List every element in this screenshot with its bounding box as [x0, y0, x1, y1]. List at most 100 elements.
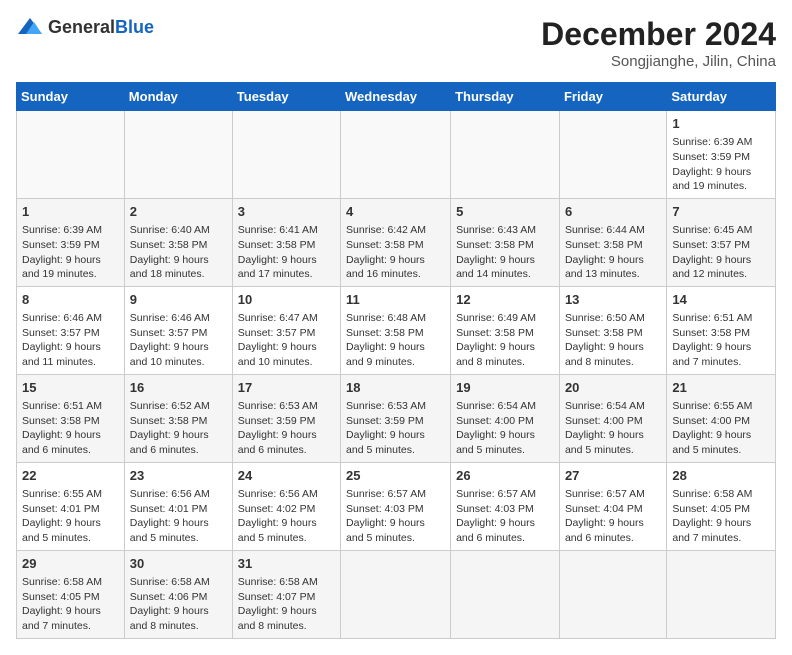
- sunset-label: Sunset: 4:05 PM: [672, 503, 750, 515]
- day-number: 5: [456, 203, 554, 221]
- calendar-week-6: 29Sunrise: 6:58 AMSunset: 4:05 PMDayligh…: [17, 550, 776, 638]
- sunrise-label: Sunrise: 6:43 AM: [456, 224, 536, 236]
- sunrise-label: Sunrise: 6:55 AM: [672, 400, 752, 412]
- calendar-cell: 21Sunrise: 6:55 AMSunset: 4:00 PMDayligh…: [667, 374, 776, 462]
- daylight-label: Daylight: 9 hours and 5 minutes.: [346, 517, 425, 544]
- sunset-label: Sunset: 4:01 PM: [130, 503, 208, 515]
- calendar-cell: [559, 111, 666, 199]
- sunset-label: Sunset: 3:57 PM: [130, 327, 208, 339]
- calendar-cell: 27Sunrise: 6:57 AMSunset: 4:04 PMDayligh…: [559, 462, 666, 550]
- sunset-label: Sunset: 3:57 PM: [672, 239, 750, 251]
- sunset-label: Sunset: 3:58 PM: [22, 415, 100, 427]
- calendar-cell: 23Sunrise: 6:56 AMSunset: 4:01 PMDayligh…: [124, 462, 232, 550]
- calendar-cell: 2Sunrise: 6:40 AMSunset: 3:58 PMDaylight…: [124, 198, 232, 286]
- sunrise-label: Sunrise: 6:58 AM: [672, 488, 752, 500]
- day-number: 26: [456, 467, 554, 485]
- daylight-label: Daylight: 9 hours and 10 minutes.: [130, 341, 209, 368]
- calendar-cell: 13Sunrise: 6:50 AMSunset: 3:58 PMDayligh…: [559, 286, 666, 374]
- daylight-label: Daylight: 9 hours and 5 minutes.: [456, 429, 535, 456]
- calendar-cell: [667, 550, 776, 638]
- calendar-cell: 17Sunrise: 6:53 AMSunset: 3:59 PMDayligh…: [232, 374, 340, 462]
- calendar-header-thursday: Thursday: [451, 83, 560, 111]
- sunrise-label: Sunrise: 6:53 AM: [346, 400, 426, 412]
- daylight-label: Daylight: 9 hours and 5 minutes.: [130, 517, 209, 544]
- calendar-cell: 14Sunrise: 6:51 AMSunset: 3:58 PMDayligh…: [667, 286, 776, 374]
- calendar-cell: 1Sunrise: 6:39 AMSunset: 3:59 PMDaylight…: [17, 198, 125, 286]
- calendar-cell: [17, 111, 125, 199]
- calendar-cell: 9Sunrise: 6:46 AMSunset: 3:57 PMDaylight…: [124, 286, 232, 374]
- sunset-label: Sunset: 4:06 PM: [130, 591, 208, 603]
- sunrise-label: Sunrise: 6:44 AM: [565, 224, 645, 236]
- sunset-label: Sunset: 4:07 PM: [238, 591, 316, 603]
- sunset-label: Sunset: 3:59 PM: [346, 415, 424, 427]
- calendar-header-monday: Monday: [124, 83, 232, 111]
- page-header: GeneralBlue December 2024 Songjianghe, J…: [16, 16, 776, 70]
- day-number: 3: [238, 203, 335, 221]
- sunset-label: Sunset: 4:01 PM: [22, 503, 100, 515]
- sunrise-label: Sunrise: 6:46 AM: [130, 312, 210, 324]
- calendar-cell: 16Sunrise: 6:52 AMSunset: 3:58 PMDayligh…: [124, 374, 232, 462]
- daylight-label: Daylight: 9 hours and 13 minutes.: [565, 254, 644, 281]
- title-block: December 2024 Songjianghe, Jilin, China: [541, 16, 776, 70]
- daylight-label: Daylight: 9 hours and 6 minutes.: [238, 429, 317, 456]
- daylight-label: Daylight: 9 hours and 5 minutes.: [22, 517, 101, 544]
- day-number: 23: [130, 467, 227, 485]
- logo-blue: Blue: [115, 17, 154, 37]
- logo: GeneralBlue: [16, 16, 154, 38]
- month-title: December 2024: [541, 16, 776, 53]
- sunset-label: Sunset: 3:58 PM: [130, 239, 208, 251]
- sunrise-label: Sunrise: 6:39 AM: [672, 136, 752, 148]
- day-number: 24: [238, 467, 335, 485]
- daylight-label: Daylight: 9 hours and 17 minutes.: [238, 254, 317, 281]
- day-number: 11: [346, 291, 445, 309]
- daylight-label: Daylight: 9 hours and 18 minutes.: [130, 254, 209, 281]
- day-number: 16: [130, 379, 227, 397]
- sunrise-label: Sunrise: 6:47 AM: [238, 312, 318, 324]
- logo-icon: [16, 16, 44, 38]
- calendar-cell: 5 Sunrise: 6:43 AM Sunset: 3:58 PM Daylight…: [451, 198, 560, 286]
- day-number: 1: [22, 203, 119, 221]
- daylight-label: Daylight: 9 hours and 7 minutes.: [22, 605, 101, 632]
- day-number: 2: [130, 203, 227, 221]
- day-number: 27: [565, 467, 661, 485]
- calendar-cell: [451, 550, 560, 638]
- sunset-label: Sunset: 3:58 PM: [346, 239, 424, 251]
- daylight-label: Daylight: 9 hours and 14 minutes.: [456, 254, 535, 281]
- daylight-label: Daylight: 9 hours and 9 minutes.: [346, 341, 425, 368]
- logo-general: General: [48, 17, 115, 37]
- day-number: 7: [672, 203, 770, 221]
- day-number: 31: [238, 555, 335, 573]
- day-number: 12: [456, 291, 554, 309]
- calendar-header-saturday: Saturday: [667, 83, 776, 111]
- daylight-label: Daylight: 9 hours and 8 minutes.: [130, 605, 209, 632]
- daylight-label: Daylight: 9 hours and 10 minutes.: [238, 341, 317, 368]
- calendar-cell: [232, 111, 340, 199]
- sunrise-label: Sunrise: 6:57 AM: [456, 488, 536, 500]
- sunset-label: Sunset: 4:00 PM: [456, 415, 534, 427]
- calendar-body: 1 Sunrise: 6:39 AM Sunset: 3:59 PM Daylight…: [17, 111, 776, 639]
- sunrise-label: Sunrise: 6:45 AM: [672, 224, 752, 236]
- calendar-cell: 19Sunrise: 6:54 AMSunset: 4:00 PMDayligh…: [451, 374, 560, 462]
- calendar-cell: [559, 550, 666, 638]
- daylight-label: Daylight: 9 hours and 7 minutes.: [672, 341, 751, 368]
- sunrise-label: Sunrise: 6:56 AM: [238, 488, 318, 500]
- sunset-label: Sunset: 4:02 PM: [238, 503, 316, 515]
- calendar-cell: 31Sunrise: 6:58 AMSunset: 4:07 PMDayligh…: [232, 550, 340, 638]
- daylight-label: Daylight: 9 hours and 5 minutes.: [565, 429, 644, 456]
- calendar-cell: 1Sunrise: 6:39 AMSunset: 3:59 PMDaylight…: [667, 111, 776, 199]
- day-number: 6: [565, 203, 661, 221]
- sunset-label: Sunset: 3:58 PM: [456, 239, 534, 251]
- calendar-header-wednesday: Wednesday: [341, 83, 451, 111]
- sunrise-label: Sunrise: 6:58 AM: [238, 576, 318, 588]
- calendar-cell: 18Sunrise: 6:53 AMSunset: 3:59 PMDayligh…: [341, 374, 451, 462]
- day-number: 30: [130, 555, 227, 573]
- location-title: Songjianghe, Jilin, China: [541, 53, 776, 70]
- sunset-label: Sunset: 4:00 PM: [672, 415, 750, 427]
- sunset-label: Sunset: 3:58 PM: [130, 415, 208, 427]
- sunset-label: Sunset: 4:03 PM: [456, 503, 534, 515]
- sunset-label: Sunset: 3:58 PM: [672, 327, 750, 339]
- calendar-cell: 30Sunrise: 6:58 AMSunset: 4:06 PMDayligh…: [124, 550, 232, 638]
- sunset-label: Sunset: 3:58 PM: [456, 327, 534, 339]
- sunset-label: Sunset: 3:58 PM: [238, 239, 316, 251]
- calendar-cell: 7Sunrise: 6:45 AMSunset: 3:57 PMDaylight…: [667, 198, 776, 286]
